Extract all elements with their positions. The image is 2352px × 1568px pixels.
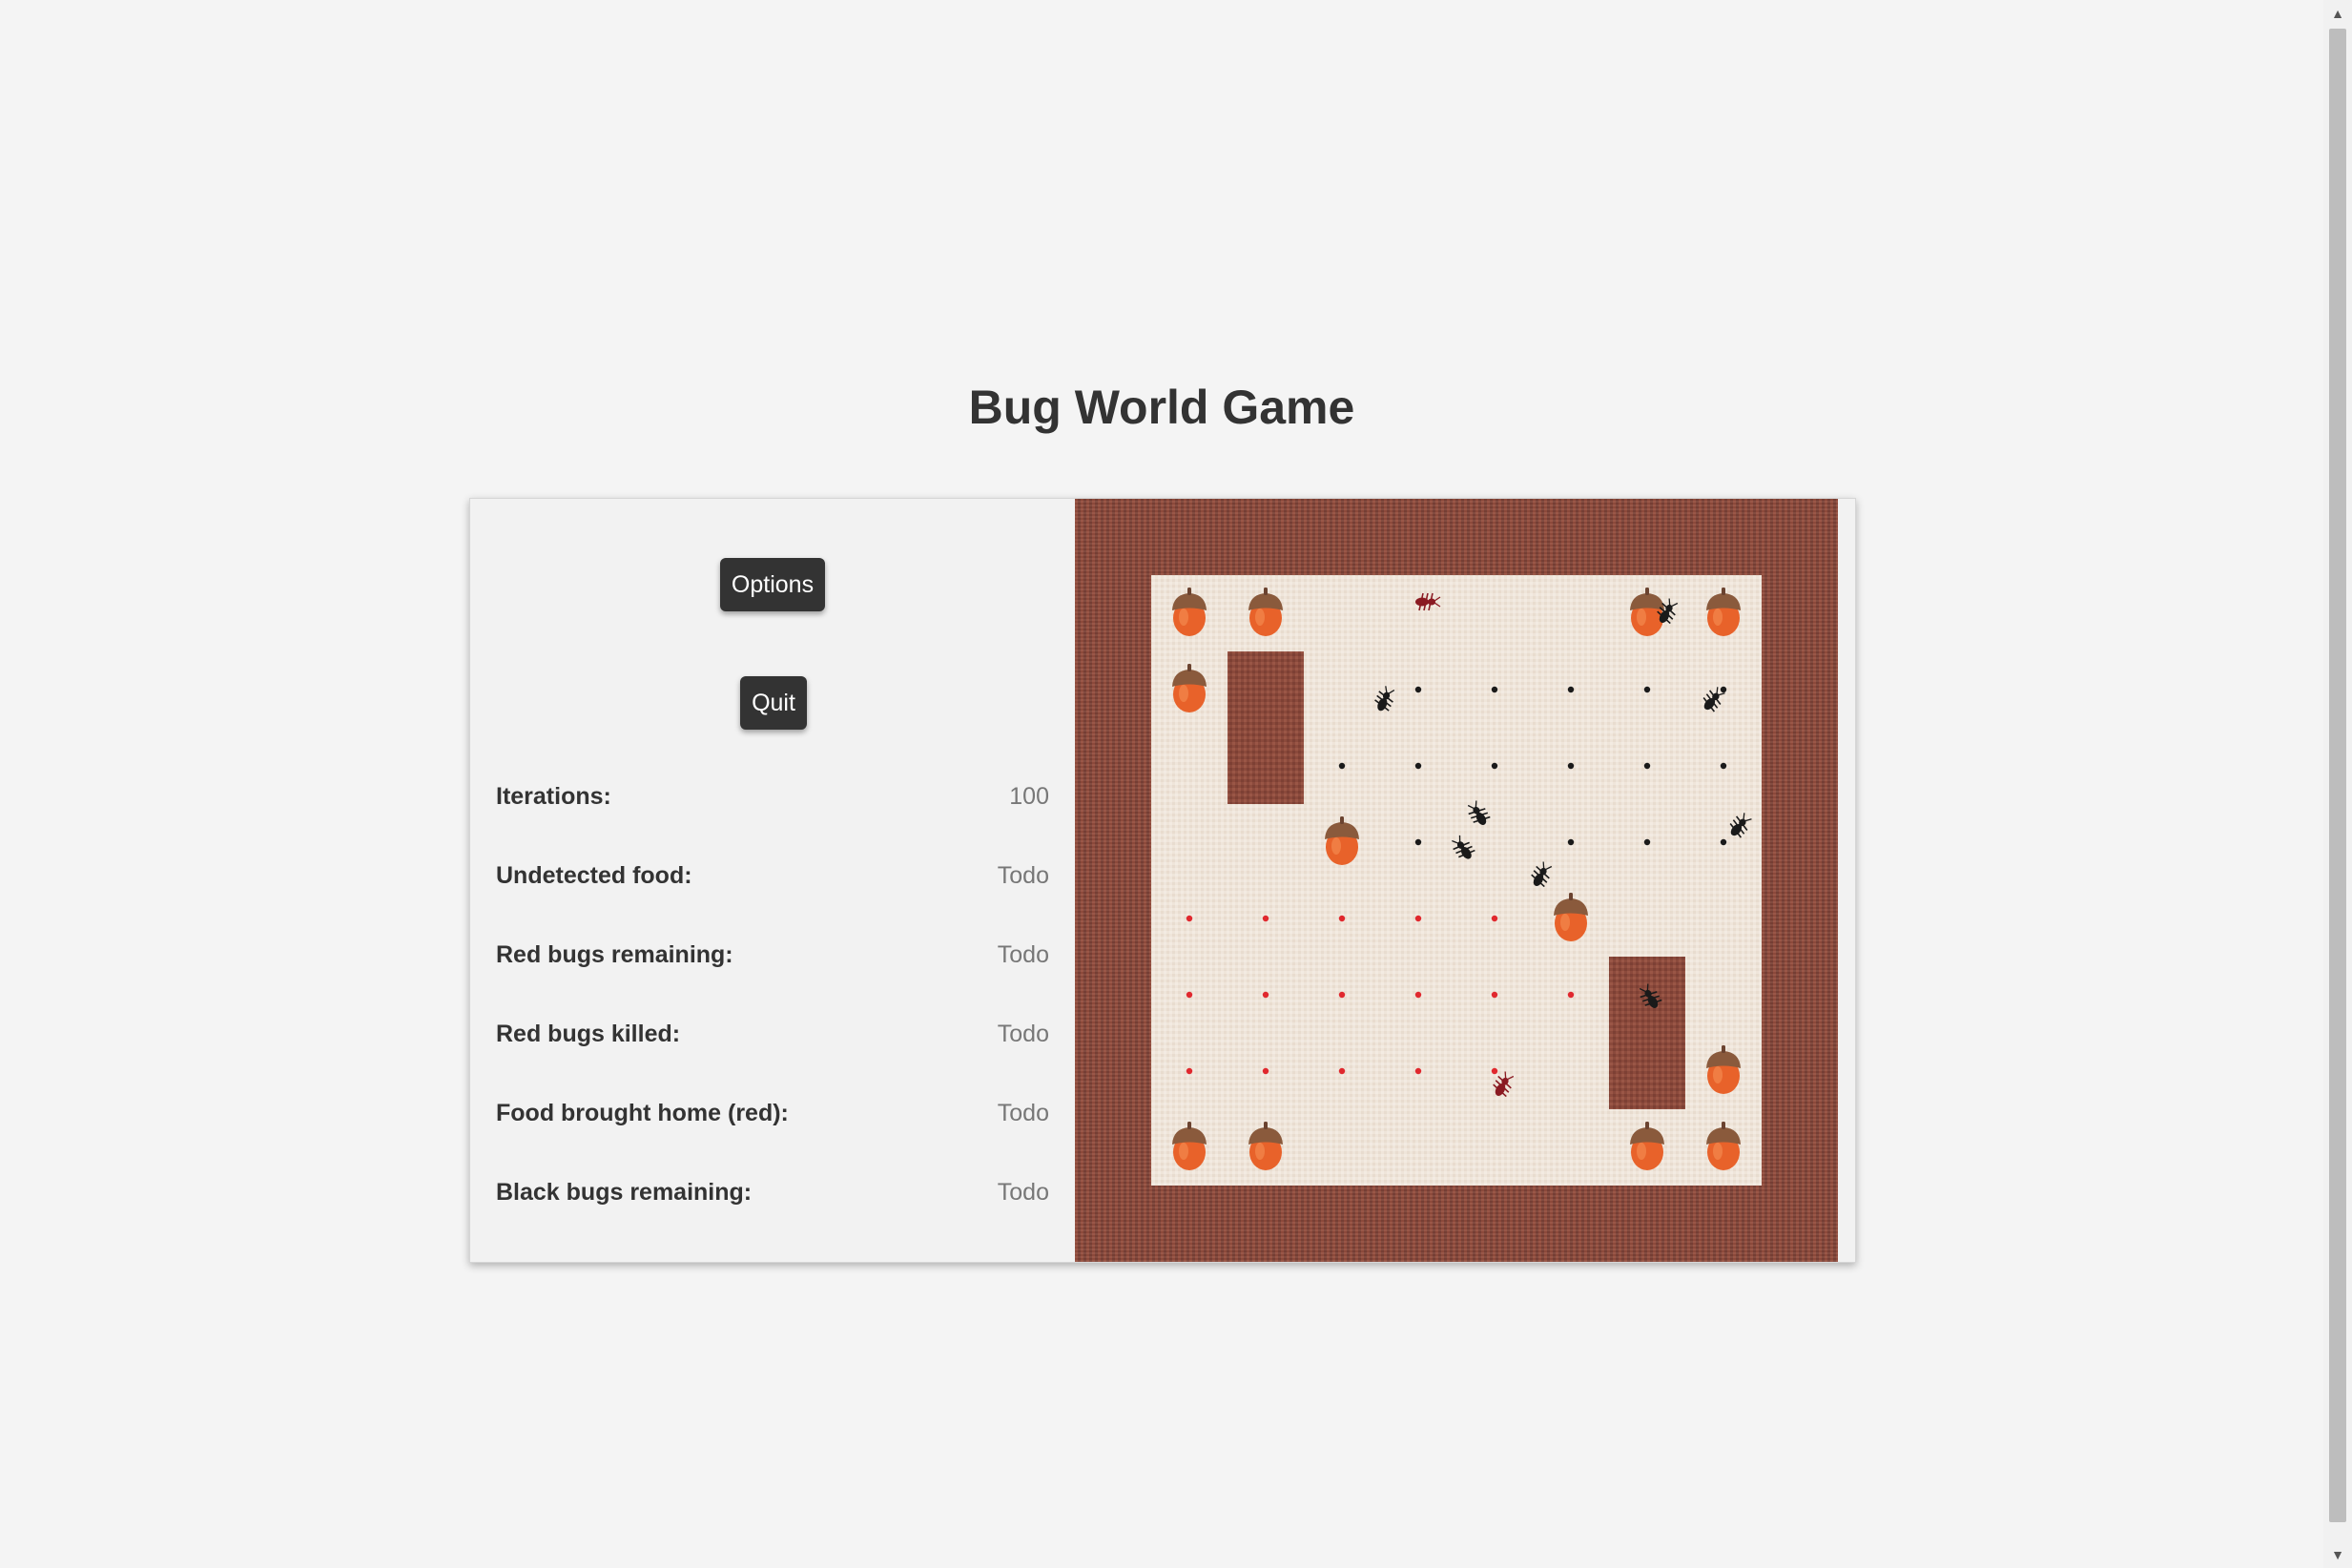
black-nest-marker — [1567, 686, 1575, 693]
stat-value: Todo — [997, 1179, 1049, 1206]
stat-value: Todo — [997, 1021, 1049, 1047]
black-nest-marker — [1338, 762, 1346, 770]
stat-label: Red bugs remaining: — [496, 941, 733, 968]
vertical-scrollbar[interactable]: ▲ ▼ — [2323, 0, 2352, 1568]
game-world[interactable] — [1075, 499, 1838, 1262]
stat-row-undetected-food: Undetected food: Todo — [496, 856, 1049, 895]
black-nest-marker — [1414, 686, 1422, 693]
black-nest-marker — [1567, 762, 1575, 770]
stat-label: Food brought home (red): — [496, 1100, 789, 1126]
options-button[interactable]: Options — [720, 558, 825, 611]
red-nest-marker — [1491, 991, 1498, 999]
red-nest-marker — [1338, 1067, 1346, 1075]
red-nest-marker — [1414, 915, 1422, 922]
red-nest-marker — [1338, 915, 1346, 922]
game-card: Options Quit Iterations: 100 Undetected … — [469, 498, 1856, 1263]
stat-value: Todo — [997, 941, 1049, 968]
red-nest-marker — [1338, 991, 1346, 999]
black-nest-marker — [1720, 838, 1727, 846]
red-nest-marker — [1186, 915, 1193, 922]
red-nest-marker — [1186, 991, 1193, 999]
black-nest-marker — [1491, 686, 1498, 693]
black-nest-marker — [1720, 686, 1727, 693]
stat-row-iterations: Iterations: 100 — [496, 777, 1049, 815]
stat-row-red-bugs-remaining: Red bugs remaining: Todo — [496, 936, 1049, 974]
quit-button[interactable]: Quit — [740, 676, 807, 730]
black-nest-marker — [1414, 762, 1422, 770]
red-nest-marker — [1262, 991, 1269, 999]
black-nest-marker — [1491, 762, 1498, 770]
stat-label: Iterations: — [496, 783, 611, 810]
red-nest-marker — [1491, 915, 1498, 922]
scroll-thumb[interactable] — [2329, 29, 2346, 1522]
black-nest-marker — [1720, 762, 1727, 770]
stat-value: Todo — [997, 862, 1049, 889]
black-nest-marker — [1643, 762, 1651, 770]
rock-obstacle — [1228, 651, 1304, 804]
black-nest-marker — [1643, 686, 1651, 693]
stat-value: Todo — [997, 1100, 1049, 1126]
black-nest-marker — [1567, 838, 1575, 846]
world-canvas — [1151, 575, 1762, 1186]
stat-label: Black bugs remaining: — [496, 1179, 753, 1206]
viewport: Bug World Game Options Quit Iterations: … — [0, 0, 2352, 1568]
red-nest-marker — [1186, 1067, 1193, 1075]
black-nest-marker — [1643, 838, 1651, 846]
stat-row-food-brought-home: Food brought home (red): Todo — [496, 1094, 1049, 1132]
scroll-up-icon[interactable]: ▲ — [2323, 2, 2352, 25]
control-panel: Options Quit Iterations: 100 Undetected … — [470, 499, 1075, 1262]
red-nest-marker — [1491, 1067, 1498, 1075]
black-nest-marker — [1414, 838, 1422, 846]
red-nest-marker — [1414, 1067, 1422, 1075]
red-nest-marker — [1262, 1067, 1269, 1075]
stat-label: Red bugs killed: — [496, 1021, 681, 1047]
red-nest-marker — [1262, 915, 1269, 922]
stat-label: Undetected food: — [496, 862, 692, 889]
red-nest-marker — [1414, 991, 1422, 999]
rock-obstacle — [1609, 957, 1685, 1109]
scroll-down-icon[interactable]: ▼ — [2323, 1543, 2352, 1566]
red-nest-marker — [1567, 991, 1575, 999]
stat-value: 100 — [1009, 783, 1049, 810]
stat-row-black-bugs-remaining: Black bugs remaining: Todo — [496, 1173, 1049, 1211]
page-title: Bug World Game — [968, 381, 1355, 434]
stat-row-red-bugs-killed: Red bugs killed: Todo — [496, 1015, 1049, 1053]
